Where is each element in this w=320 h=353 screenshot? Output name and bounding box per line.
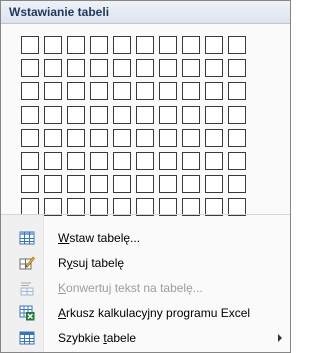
grid-cell[interactable] — [136, 59, 154, 78]
grid-cell[interactable] — [113, 175, 131, 194]
grid-cell[interactable] — [44, 36, 62, 54]
grid-cell[interactable] — [44, 105, 62, 124]
grid-cell[interactable] — [90, 128, 108, 147]
grid-cell[interactable] — [90, 105, 108, 124]
grid-cell[interactable] — [136, 105, 154, 124]
grid-cell[interactable] — [159, 128, 177, 147]
grid-cell[interactable] — [136, 175, 154, 194]
grid-cell[interactable] — [67, 151, 85, 170]
grid-cell[interactable] — [113, 151, 131, 170]
convert-text-to-table-label: Konwertuj tekst na tabelę... — [58, 281, 203, 295]
grid-cell[interactable] — [67, 82, 85, 101]
menu-header: Wstawianie tabeli — [1, 1, 290, 24]
grid-cell[interactable] — [159, 82, 177, 101]
insert-table-label: Wstaw tabelę... — [58, 231, 141, 245]
grid-cell[interactable] — [113, 82, 131, 101]
grid-cell[interactable] — [21, 36, 39, 54]
draw-table-icon — [19, 255, 35, 271]
grid-cell[interactable] — [44, 128, 62, 147]
grid-cell[interactable] — [21, 59, 39, 78]
draw-table-item[interactable]: Rysuj tabelę — [1, 251, 290, 275]
grid-cell[interactable] — [44, 82, 62, 101]
grid-cell[interactable] — [228, 82, 246, 101]
grid-cell[interactable] — [228, 151, 246, 170]
grid-cell[interactable] — [44, 59, 62, 78]
grid-cell[interactable] — [113, 59, 131, 78]
grid-cell[interactable] — [90, 175, 108, 194]
grid-cell[interactable] — [113, 36, 131, 54]
table-size-grid[interactable] — [21, 36, 246, 218]
grid-cell[interactable] — [90, 59, 108, 78]
grid-cell[interactable] — [182, 151, 200, 170]
convert-text-to-table-item[interactable]: Konwertuj tekst na tabelę... — [1, 276, 290, 300]
grid-cell[interactable] — [182, 59, 200, 78]
draw-table-label: Rysuj tabelę — [58, 256, 125, 270]
grid-cell[interactable] — [90, 151, 108, 170]
convert-text-to-table-icon — [19, 280, 35, 296]
grid-cell[interactable] — [67, 36, 85, 54]
grid-cell[interactable] — [205, 128, 223, 147]
excel-spreadsheet-label: Arkusz kalkulacyjny programu Excel — [58, 306, 251, 320]
grid-cell[interactable] — [228, 175, 246, 194]
grid-cell[interactable] — [67, 128, 85, 147]
grid-cell[interactable] — [21, 128, 39, 147]
grid-cell[interactable] — [67, 175, 85, 194]
grid-cell[interactable] — [90, 36, 108, 54]
grid-cell[interactable] — [21, 105, 39, 124]
grid-cell[interactable] — [205, 36, 223, 54]
grid-cell[interactable] — [228, 36, 246, 54]
grid-cell[interactable] — [182, 82, 200, 101]
grid-cell[interactable] — [159, 151, 177, 170]
grid-cell[interactable] — [21, 151, 39, 170]
grid-cell[interactable] — [113, 105, 131, 124]
quick-tables-icon — [19, 330, 35, 346]
submenu-arrow-icon — [278, 334, 282, 342]
grid-cell[interactable] — [182, 128, 200, 147]
grid-cell[interactable] — [228, 128, 246, 147]
insert-table-item[interactable]: Wstaw tabelę... — [1, 226, 290, 250]
grid-cell[interactable] — [136, 82, 154, 101]
menu-title: Wstawianie tabeli — [9, 5, 110, 19]
insert-table-menu: Wstawianie tabeli Wstaw tabelę... Rysuj … — [0, 0, 291, 353]
grid-cell[interactable] — [136, 36, 154, 54]
grid-cell[interactable] — [90, 82, 108, 101]
grid-cell[interactable] — [159, 105, 177, 124]
excel-spreadsheet-icon — [19, 305, 35, 321]
grid-cell[interactable] — [44, 151, 62, 170]
grid-cell[interactable] — [21, 175, 39, 194]
grid-cell[interactable] — [113, 128, 131, 147]
grid-cell[interactable] — [136, 151, 154, 170]
insert-table-icon — [19, 230, 35, 246]
grid-cell[interactable] — [182, 36, 200, 54]
quick-tables-item[interactable]: Szybkie tabele — [1, 326, 290, 350]
grid-cell[interactable] — [159, 59, 177, 78]
grid-cell[interactable] — [205, 175, 223, 194]
grid-cell[interactable] — [228, 105, 246, 124]
grid-cell[interactable] — [205, 105, 223, 124]
grid-cell[interactable] — [205, 82, 223, 101]
quick-tables-label: Szybkie tabele — [58, 331, 137, 345]
grid-cell[interactable] — [159, 175, 177, 194]
grid-cell[interactable] — [44, 175, 62, 194]
grid-cell[interactable] — [136, 128, 154, 147]
grid-cell[interactable] — [67, 59, 85, 78]
grid-cell[interactable] — [205, 151, 223, 170]
excel-spreadsheet-item[interactable]: Arkusz kalkulacyjny programu Excel — [1, 301, 290, 325]
separator — [1, 214, 290, 215]
grid-cell[interactable] — [228, 59, 246, 78]
grid-cell[interactable] — [205, 59, 223, 78]
grid-cell[interactable] — [21, 82, 39, 101]
grid-cell[interactable] — [159, 36, 177, 54]
grid-cell[interactable] — [182, 175, 200, 194]
grid-cell[interactable] — [182, 105, 200, 124]
grid-cell[interactable] — [67, 105, 85, 124]
